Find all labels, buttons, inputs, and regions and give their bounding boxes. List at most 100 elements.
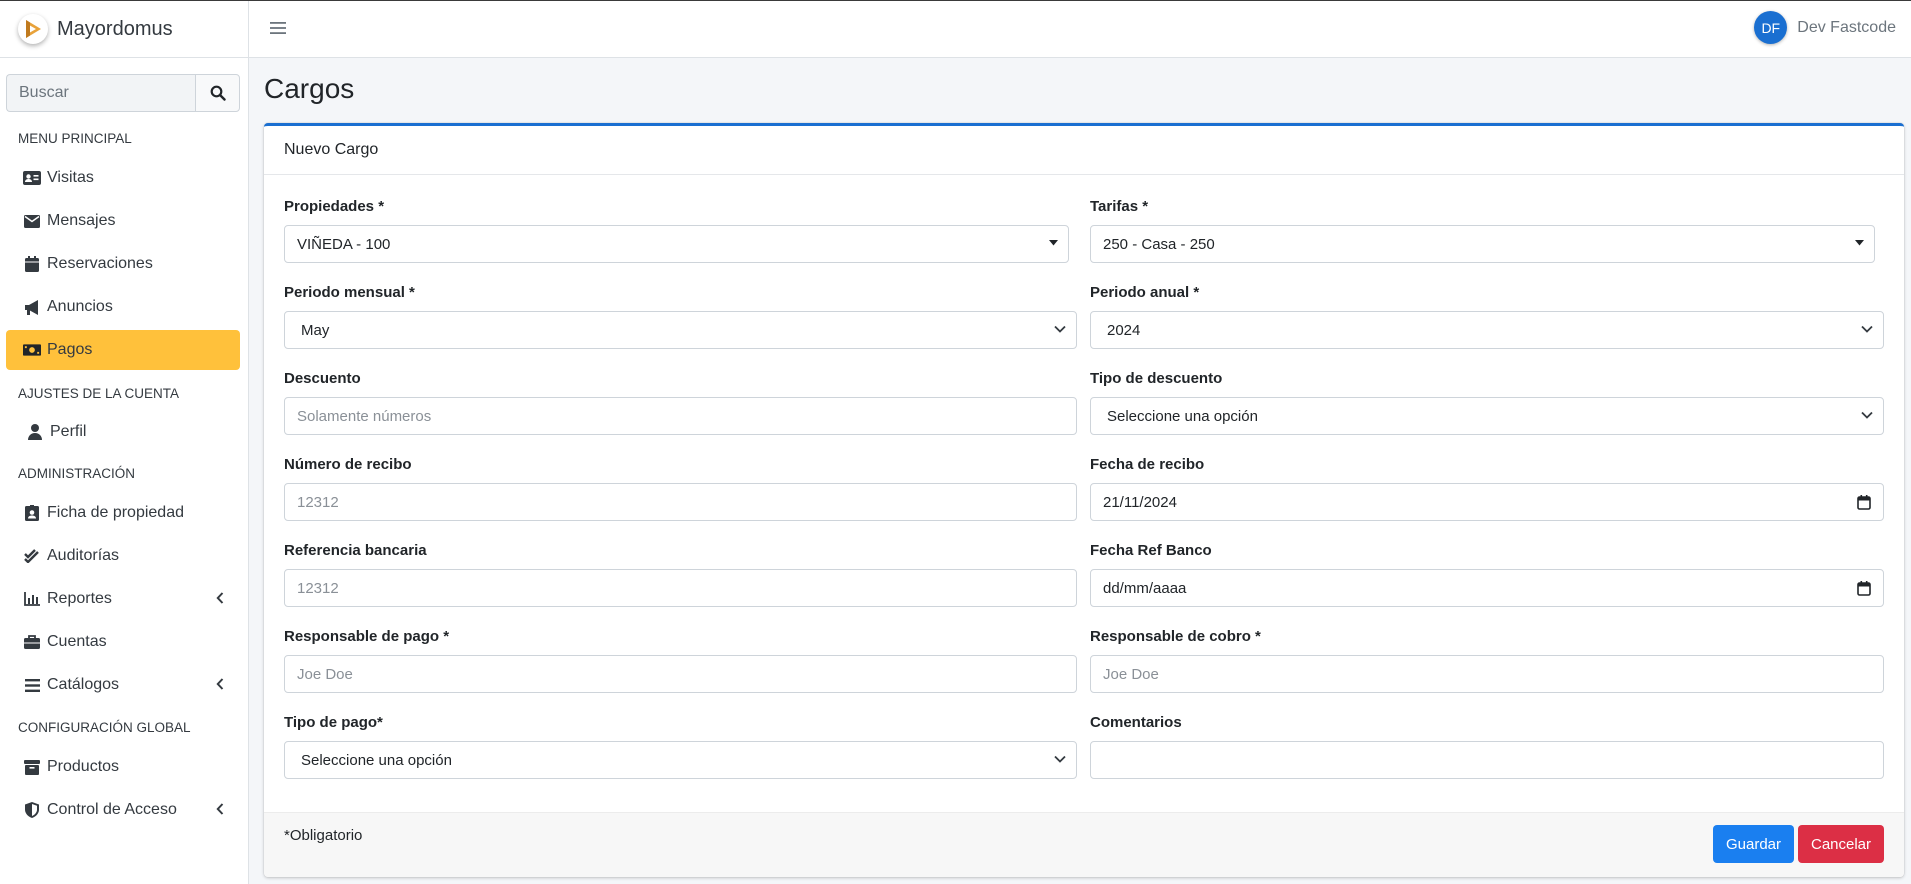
- fecha-ref-banco-input[interactable]: dd/mm/aaaa: [1090, 569, 1884, 607]
- sidebar-item-productos[interactable]: Productos: [6, 747, 240, 787]
- sidebar-item-label: Anuncios: [47, 298, 113, 315]
- sidebar-item-label: Cuentas: [47, 633, 107, 650]
- sidebar-item-label: Visitas: [47, 169, 94, 186]
- nav-header-menu-principal: MENU PRINCIPAL: [18, 131, 132, 146]
- chevron-left-icon: [216, 678, 224, 690]
- id-badge-icon: [23, 505, 41, 521]
- responsable-cobro-placeholder: Joe Doe: [1103, 665, 1159, 683]
- tipo-descuento-select[interactable]: Seleccione una opción: [1090, 397, 1884, 435]
- propiedades-select[interactable]: VIÑEDA - 100: [284, 225, 1069, 263]
- referencia-bancaria-input[interactable]: 12312: [284, 569, 1077, 607]
- propiedades-value: VIÑEDA - 100: [297, 235, 391, 253]
- cancel-button[interactable]: Cancelar: [1798, 825, 1884, 863]
- descuento-placeholder: Solamente números: [297, 407, 432, 425]
- sidebar-item-control-acceso[interactable]: Control de Acceso: [6, 790, 240, 830]
- new-charge-card: Nuevo Cargo Propiedades * VIÑEDA - 100 T…: [264, 123, 1904, 877]
- nav-header-ajustes: AJUSTES DE LA CUENTA: [18, 386, 180, 401]
- chevron-down-icon: [1861, 325, 1873, 333]
- periodo-anual-select[interactable]: 2024: [1090, 311, 1884, 349]
- responsable-cobro-input[interactable]: Joe Doe: [1090, 655, 1884, 693]
- chevron-down-icon: [1861, 411, 1873, 419]
- chevron-down-icon: [1054, 325, 1066, 333]
- periodo-anual-label: Periodo anual *: [1090, 284, 1200, 301]
- sidebar-item-label: Ficha de propiedad: [47, 504, 184, 521]
- sidebar-item-label: Productos: [47, 758, 120, 775]
- bullhorn-icon: [23, 299, 41, 315]
- sidebar-item-label: Catálogos: [47, 676, 120, 693]
- sidebar-item-mensajes[interactable]: Mensajes: [6, 201, 240, 241]
- caret-down-icon: [1049, 240, 1058, 246]
- brand-logo-icon: [18, 14, 48, 44]
- propiedades-label: Propiedades *: [284, 198, 385, 215]
- responsable-pago-label: Responsable de pago *: [284, 628, 450, 645]
- calendar-icon[interactable]: [1857, 495, 1871, 510]
- fecha-recibo-input[interactable]: 21/11/2024: [1090, 483, 1884, 521]
- periodo-mensual-label: Periodo mensual *: [284, 284, 415, 301]
- brand[interactable]: Mayordomus: [0, 1, 248, 58]
- tipo-descuento-label: Tipo de descuento: [1090, 370, 1223, 387]
- hamburger-menu-icon[interactable]: [270, 21, 286, 35]
- tipo-pago-select[interactable]: Seleccione una opción: [284, 741, 1077, 779]
- tarifas-select[interactable]: 250 - Casa - 250: [1090, 225, 1875, 263]
- chevron-left-icon: [216, 592, 224, 604]
- descuento-input[interactable]: Solamente números: [284, 397, 1077, 435]
- sidebar-item-reservaciones[interactable]: Reservaciones: [6, 244, 240, 284]
- sidebar-item-visitas[interactable]: Visitas: [6, 158, 240, 198]
- chevron-left-icon: [216, 803, 224, 815]
- periodo-anual-value: 2024: [1107, 321, 1141, 339]
- periodo-mensual-select[interactable]: May: [284, 311, 1077, 349]
- sidebar-item-reportes[interactable]: Reportes: [6, 579, 240, 619]
- card-footer: *Obligatorio Guardar Cancelar: [264, 812, 1904, 877]
- sidebar-item-catalogos[interactable]: Catálogos: [6, 665, 240, 705]
- id-card-icon: [23, 170, 41, 186]
- user-menu[interactable]: DF Dev Fastcode: [1754, 11, 1896, 44]
- calendar-icon[interactable]: [1857, 581, 1871, 596]
- referencia-bancaria-label: Referencia bancaria: [284, 542, 427, 559]
- search-button[interactable]: [195, 74, 240, 112]
- card-title: Nuevo Cargo: [264, 126, 1904, 175]
- numero-recibo-input[interactable]: 12312: [284, 483, 1077, 521]
- tipo-descuento-value: Seleccione una opción: [1107, 407, 1258, 425]
- sidebar-item-auditorias[interactable]: Auditorías: [6, 536, 240, 576]
- search-input[interactable]: [6, 74, 195, 112]
- numero-recibo-placeholder: 12312: [297, 493, 339, 511]
- user-icon: [26, 424, 44, 440]
- top-navbar: DF Dev Fastcode: [249, 1, 1911, 58]
- chevron-down-icon: [1054, 755, 1066, 763]
- main-content: DF Dev Fastcode Cargos Nuevo Cargo Propi…: [249, 1, 1911, 877]
- fecha-ref-banco-value: dd/mm/aaaa: [1103, 579, 1187, 597]
- save-button[interactable]: Guardar: [1713, 825, 1794, 863]
- sidebar-item-label: Control de Acceso: [47, 801, 177, 818]
- responsable-cobro-label: Responsable de cobro *: [1090, 628, 1261, 645]
- sidebar-item-label: Reservaciones: [47, 255, 153, 272]
- sidebar-item-label: Perfil: [50, 423, 87, 440]
- numero-recibo-label: Número de recibo: [284, 456, 412, 473]
- list-icon: [23, 677, 41, 693]
- sidebar-item-anuncios[interactable]: Anuncios: [6, 287, 240, 327]
- comentarios-label: Comentarios: [1090, 714, 1182, 731]
- check-double-icon: [23, 548, 41, 564]
- caret-down-icon: [1855, 240, 1864, 246]
- nav-header-administracion: ADMINISTRACIÓN: [18, 466, 136, 481]
- sidebar-item-label: Auditorías: [47, 547, 120, 564]
- sidebar-item-label: Pagos: [47, 341, 93, 358]
- search-icon: [210, 85, 226, 101]
- money-bill-icon: [23, 342, 41, 358]
- required-note: *Obligatorio: [284, 827, 363, 844]
- sidebar-item-pagos[interactable]: Pagos: [6, 330, 240, 370]
- sidebar-item-label: Mensajes: [47, 212, 116, 229]
- tarifas-value: 250 - Casa - 250: [1103, 235, 1215, 253]
- sidebar-item-perfil[interactable]: Perfil: [6, 412, 240, 452]
- sidebar-item-cuentas[interactable]: Cuentas: [6, 622, 240, 662]
- envelope-icon: [23, 213, 41, 229]
- nav-header-configuracion-global: CONFIGURACIÓN GLOBAL: [18, 720, 191, 735]
- tipo-pago-value: Seleccione una opción: [301, 751, 452, 769]
- comentarios-input[interactable]: [1090, 741, 1884, 779]
- user-name: Dev Fastcode: [1797, 18, 1896, 36]
- sidebar: Mayordomus MENU PRINCIPAL Visitas Mensaj…: [0, 1, 249, 884]
- responsable-pago-input[interactable]: Joe Doe: [284, 655, 1077, 693]
- sidebar-item-label: Reportes: [47, 590, 112, 607]
- referencia-bancaria-placeholder: 12312: [297, 579, 339, 597]
- briefcase-icon: [23, 634, 41, 650]
- sidebar-item-ficha-propiedad[interactable]: Ficha de propiedad: [6, 493, 240, 533]
